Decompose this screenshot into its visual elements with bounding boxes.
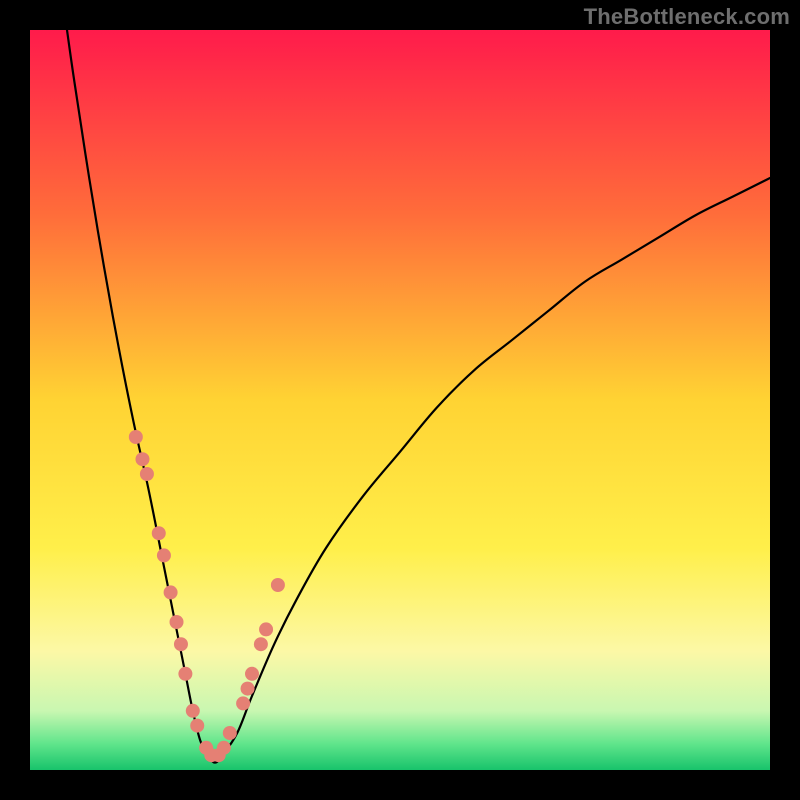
salmon-bead	[241, 682, 255, 696]
bottleneck-curve	[67, 30, 770, 763]
salmon-bead	[152, 526, 166, 540]
chart-svg	[30, 30, 770, 770]
watermark-text: TheBottleneck.com	[584, 4, 790, 30]
salmon-beads-group	[129, 430, 285, 762]
salmon-bead	[186, 704, 200, 718]
salmon-bead	[170, 615, 184, 629]
salmon-bead	[217, 741, 231, 755]
salmon-bead	[245, 667, 259, 681]
salmon-bead	[259, 622, 273, 636]
salmon-bead	[223, 726, 237, 740]
salmon-bead	[254, 637, 268, 651]
chart-stage: TheBottleneck.com	[0, 0, 800, 800]
salmon-bead	[164, 585, 178, 599]
plot-area	[30, 30, 770, 770]
salmon-bead	[157, 548, 171, 562]
salmon-bead	[190, 719, 204, 733]
salmon-bead	[271, 578, 285, 592]
salmon-bead	[178, 667, 192, 681]
salmon-bead	[140, 467, 154, 481]
salmon-bead	[135, 452, 149, 466]
salmon-bead	[174, 637, 188, 651]
salmon-bead	[236, 696, 250, 710]
salmon-bead	[129, 430, 143, 444]
